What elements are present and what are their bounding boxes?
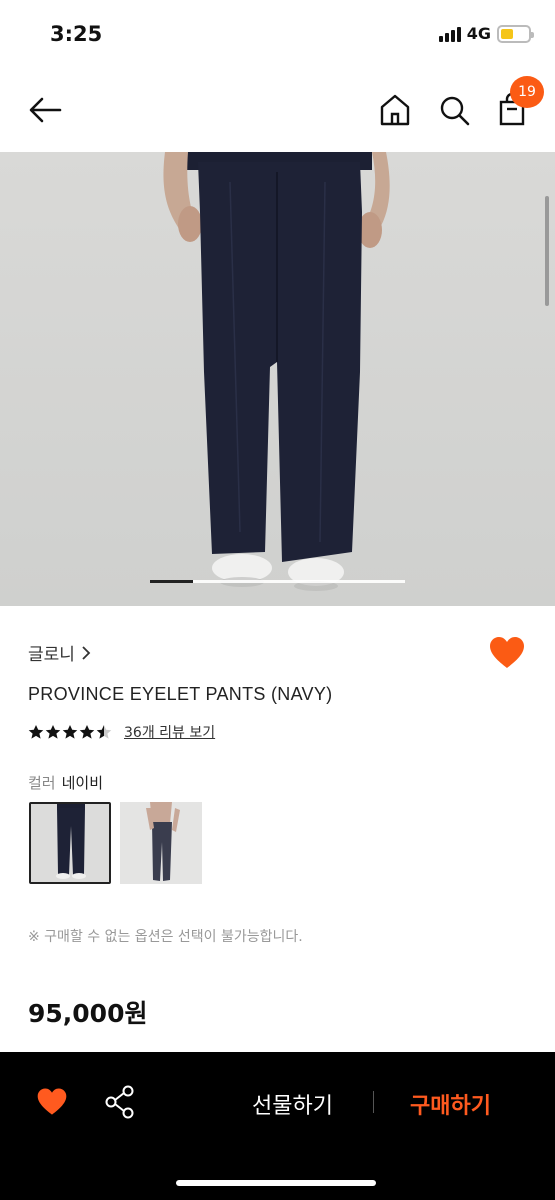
carousel-progress-indicator: [150, 580, 193, 583]
price: 95,000원: [28, 999, 148, 1028]
search-button[interactable]: [437, 92, 471, 128]
signal-icon: [438, 26, 461, 42]
heart-filled-icon: [490, 637, 524, 668]
star-icon: [45, 725, 61, 739]
network-type: 4G: [466, 24, 491, 43]
star-icon: [28, 725, 44, 739]
divider: [373, 1091, 374, 1113]
cart-count-badge: 19: [510, 76, 544, 108]
buy-button[interactable]: 구매하기: [410, 1088, 491, 1120]
top-nav: [0, 70, 555, 152]
color-swatch-alt[interactable]: [120, 802, 202, 884]
star-icon: [62, 725, 78, 739]
option-notice: ※ 구매할 수 없는 옵션은 선택이 불가능합니다.: [28, 929, 303, 945]
swatch-thumbnail: [31, 804, 109, 882]
product-photo: [0, 152, 555, 606]
home-icon: [380, 94, 410, 126]
brand-name: 글로니: [28, 645, 75, 665]
status-indicators: 4G: [438, 24, 534, 43]
status-bar: 3:25 4G: [0, 0, 555, 70]
star-icon: [96, 725, 112, 739]
chevron-right-icon: [82, 645, 91, 660]
battery-icon: [497, 24, 534, 43]
gift-button[interactable]: 선물하기: [252, 1088, 333, 1120]
back-button[interactable]: [26, 92, 66, 128]
wishlist-button[interactable]: [488, 636, 526, 670]
option-name: 컬러: [28, 774, 56, 792]
rating-stars: [28, 724, 112, 740]
search-icon: [440, 96, 470, 126]
swatch-thumbnail: [120, 802, 202, 884]
share-icon: [105, 1085, 134, 1119]
home-indicator: [176, 1180, 376, 1186]
option-label: 컬러 네이비: [28, 772, 103, 793]
product-title: PROVINCE EYELET PANTS (NAVY): [28, 684, 333, 704]
share-button[interactable]: [104, 1084, 136, 1120]
battery-level: [501, 28, 513, 39]
rating-row: 36개 리뷰 보기: [28, 722, 215, 742]
brand-link[interactable]: 글로니: [28, 640, 91, 665]
home-button[interactable]: [378, 92, 412, 128]
heart-filled-icon: [37, 1088, 67, 1115]
bottom-wishlist-button[interactable]: [36, 1087, 68, 1117]
color-swatch-navy[interactable]: [29, 802, 111, 884]
product-image-carousel[interactable]: [0, 152, 555, 606]
arrow-left-icon: [29, 97, 62, 123]
review-link[interactable]: 36개 리뷰 보기: [124, 722, 215, 742]
page-scrollbar[interactable]: [545, 196, 549, 306]
option-value: 네이비: [61, 774, 104, 792]
bottom-action-bar: [0, 1052, 555, 1200]
star-icon: [79, 725, 95, 739]
status-time: 3:25: [50, 22, 103, 46]
